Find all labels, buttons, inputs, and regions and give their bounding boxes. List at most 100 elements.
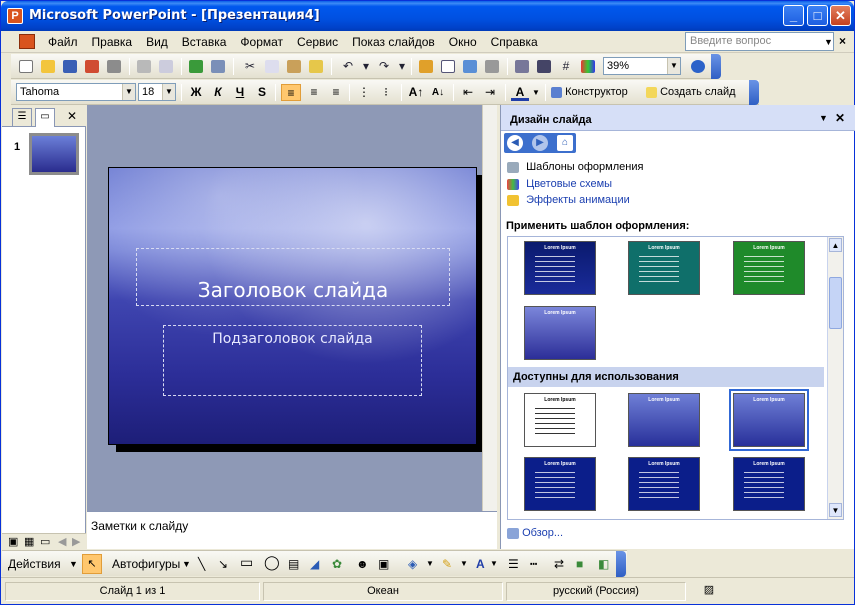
toolbar-options-icon[interactable] — [711, 54, 721, 79]
insert-picture-tool-icon[interactable]: ▣ — [378, 557, 389, 571]
title-placeholder[interactable]: Заголовок слайда — [136, 248, 450, 306]
align-right-icon[interactable]: ≡ — [327, 84, 345, 101]
grid-icon[interactable]: # — [557, 58, 575, 75]
new-doc-icon[interactable] — [17, 58, 35, 75]
powerpoint-app-icon[interactable]: P — [7, 8, 23, 24]
subtitle-placeholder[interactable]: Подзаголовок слайда — [163, 325, 422, 396]
font-color-icon[interactable]: A — [511, 84, 529, 101]
increase-indent-icon[interactable]: ⇥ — [481, 84, 499, 101]
bold-button[interactable]: Ж — [187, 84, 205, 101]
slide-canvas[interactable] — [108, 167, 477, 445]
fill-color-icon[interactable]: ◈ — [408, 557, 417, 571]
template-thumb[interactable]: Lorem Ipsum — [628, 457, 700, 511]
task-pane-close-icon[interactable]: ✕ — [835, 111, 845, 125]
shadow-button[interactable]: S — [253, 84, 271, 101]
shadow-style-icon[interactable]: ■ — [576, 557, 583, 571]
font-size-dropdown-icon[interactable]: ▼ — [162, 84, 175, 100]
email-icon[interactable] — [105, 58, 123, 75]
3d-style-icon[interactable]: ◧ — [598, 557, 609, 571]
open-folder-icon[interactable] — [39, 58, 57, 75]
bullets-icon[interactable]: ⁝ — [377, 84, 395, 101]
insert-diagram-icon[interactable] — [461, 58, 479, 75]
animation-effects-link[interactable]: Эффекты анимации — [507, 194, 630, 206]
diagram-tool-icon[interactable]: ✿ — [332, 557, 342, 571]
font-size-combo[interactable]: 18 ▼ — [138, 83, 176, 101]
slides-tab-icon[interactable]: ▭ — [35, 108, 55, 127]
expand-all-icon[interactable] — [513, 58, 531, 75]
back-icon[interactable]: ◀ — [507, 135, 523, 151]
arrow-style-icon[interactable]: ⇄ — [554, 557, 564, 571]
spelling-status-icon[interactable]: ▨ — [689, 582, 729, 601]
undo-dropdown-icon[interactable]: ▾ — [357, 58, 375, 75]
font-combo[interactable]: Tahoma ▼ — [16, 83, 136, 101]
font-dropdown-icon[interactable]: ▼ — [122, 84, 135, 100]
color-schemes-link[interactable]: Цветовые схемы — [507, 178, 612, 190]
copy-icon[interactable] — [263, 58, 281, 75]
numbering-icon[interactable]: ⋮ — [355, 84, 373, 101]
menu-insert[interactable]: Вставка — [175, 35, 234, 49]
template-thumb[interactable]: Lorem Ipsum — [524, 241, 596, 295]
save-icon[interactable] — [61, 58, 79, 75]
italic-button[interactable]: К — [209, 84, 227, 101]
menu-tools[interactable]: Сервис — [290, 35, 345, 49]
maximize-button[interactable]: □ — [807, 5, 828, 26]
document-icon[interactable] — [19, 34, 35, 49]
arrow-tool-icon[interactable]: ↘ — [218, 557, 228, 571]
align-center-icon[interactable]: ≡ — [305, 84, 323, 101]
slide-thumbnail[interactable] — [29, 133, 79, 175]
redo-icon[interactable]: ↷ — [375, 58, 393, 75]
menu-file[interactable]: Файл — [41, 35, 85, 49]
draw-font-color-dropdown-icon[interactable]: ▼ — [490, 559, 498, 568]
clipart-tool-icon[interactable]: ☻ — [356, 557, 369, 571]
menu-window[interactable]: Окно — [442, 35, 484, 49]
template-thumb[interactable]: Lorem Ipsum — [628, 393, 700, 447]
slideshow-view-icon[interactable]: ▭ — [40, 535, 50, 548]
wordart-tool-icon[interactable]: ◢ — [310, 557, 319, 571]
spelling-icon[interactable] — [187, 58, 205, 75]
actions-dropdown-icon[interactable]: ▼ — [69, 559, 78, 569]
draw-font-color-icon[interactable]: A — [476, 557, 485, 571]
document-close-button[interactable]: × — [839, 34, 846, 48]
line-color-icon[interactable]: ✎ — [442, 557, 452, 571]
gallery-scroll-thumb[interactable] — [829, 277, 842, 329]
menu-view[interactable]: Вид — [139, 35, 175, 49]
browse-link[interactable]: Обзор... — [507, 527, 563, 539]
menu-help[interactable]: Справка — [484, 35, 545, 49]
home-icon[interactable]: ⌂ — [557, 135, 573, 151]
slide-sorter-view-icon[interactable]: ▦ — [24, 535, 34, 548]
decrease-indent-icon[interactable]: ⇤ — [459, 84, 477, 101]
menu-edit[interactable]: Правка — [85, 35, 140, 49]
undo-icon[interactable]: ↶ — [339, 58, 357, 75]
drawing-toolbar-options-icon[interactable] — [616, 551, 626, 577]
gallery-scrollbar[interactable]: ▲ ▼ — [827, 237, 843, 519]
notes-pane[interactable]: Заметки к слайду — [87, 511, 497, 549]
zoom-dropdown-icon[interactable]: ▼ — [667, 58, 680, 74]
line-tool-icon[interactable]: ╲ — [198, 557, 205, 571]
decrease-font-icon[interactable]: A↓ — [429, 84, 447, 101]
dash-style-icon[interactable]: ┅ — [530, 557, 537, 571]
print-icon[interactable] — [135, 58, 153, 75]
forward-icon[interactable]: ▶ — [532, 135, 548, 151]
normal-view-icon[interactable]: ▣ — [8, 535, 18, 548]
zoom-combo[interactable]: 39% ▼ — [603, 57, 681, 75]
scroll-up-icon[interactable]: ▲ — [829, 238, 842, 252]
show-formatting-icon[interactable] — [535, 58, 553, 75]
template-thumb[interactable]: Lorem Ipsum — [524, 306, 596, 360]
template-thumb[interactable]: Lorem Ipsum — [524, 457, 596, 511]
insert-chart-icon[interactable] — [417, 58, 435, 75]
actions-menu[interactable]: Действия — [8, 557, 61, 571]
color-grayscale-icon[interactable] — [579, 58, 597, 75]
menu-slideshow[interactable]: Показ слайдов — [345, 35, 442, 49]
close-button[interactable]: ✕ — [830, 5, 851, 26]
slide-vertical-scrollbar[interactable] — [482, 105, 497, 511]
research-icon[interactable] — [209, 58, 227, 75]
toolbar-options-icon[interactable] — [749, 80, 759, 105]
outline-tab-icon[interactable]: ☰ — [12, 108, 32, 126]
line-style-icon[interactable]: ☰ — [508, 557, 519, 571]
font-color-dropdown-icon[interactable]: ▼ — [531, 84, 541, 101]
pane-close-icon[interactable]: ✕ — [62, 108, 82, 126]
format-painter-icon[interactable] — [307, 58, 325, 75]
template-thumb[interactable]: Lorem Ipsum — [733, 241, 805, 295]
oval-tool-icon[interactable]: ◯ — [264, 554, 280, 571]
permission-icon[interactable] — [83, 58, 101, 75]
